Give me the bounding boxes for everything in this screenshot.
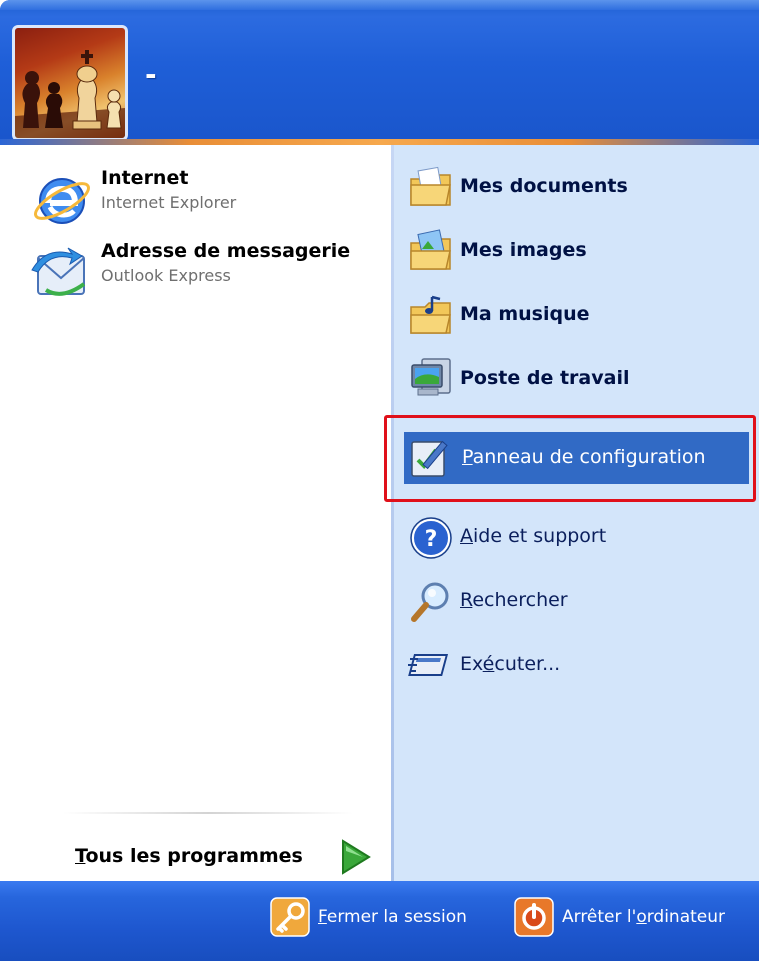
places-panel: Mes documents Mes images Ma musique Post… <box>394 145 759 881</box>
all-programs-button[interactable]: Tous les programmes <box>75 837 375 877</box>
place-item-my-pictures[interactable]: Mes images <box>408 225 753 277</box>
tool-item-help-support[interactable]: ? Aide et support <box>408 511 753 563</box>
search-icon <box>411 582 449 622</box>
run-icon <box>408 654 449 676</box>
power-icon <box>514 897 554 937</box>
log-off-label-text: ermer la session <box>326 907 467 927</box>
tool-item-run[interactable]: Exécuter... <box>408 639 753 691</box>
accelerator-key: A <box>460 525 473 547</box>
accelerator-key: T <box>75 845 86 867</box>
green-arrow-icon <box>342 839 371 875</box>
accelerator-key: F <box>318 907 327 927</box>
place-item-label: Poste de travail <box>460 367 630 389</box>
pinned-programs-panel: Internet Internet Explorer Adresse de me… <box>0 145 391 881</box>
tool-item-search[interactable]: Rechercher <box>408 575 753 627</box>
tool-item-label-text: ide et support <box>473 525 607 547</box>
place-item-my-music[interactable]: Ma musique <box>408 289 753 341</box>
place-item-label: Mes documents <box>460 175 628 197</box>
tool-item-label-text: echercher <box>472 589 568 611</box>
place-item-label: Ma musique <box>460 303 590 325</box>
help-icon: ? <box>410 517 452 559</box>
shut-down-label-text: rdinateur <box>646 907 726 927</box>
outlook-express-icon <box>31 247 86 296</box>
tool-item-label: Exécuter... <box>460 653 560 675</box>
my-music-folder-icon <box>410 295 451 334</box>
tool-item-label: Rechercher <box>460 589 568 611</box>
place-item-my-documents[interactable]: Mes documents <box>408 161 753 213</box>
my-documents-folder-icon <box>410 166 451 206</box>
user-avatar[interactable] <box>12 25 128 141</box>
user-name: - <box>145 58 157 91</box>
internet-explorer-icon <box>34 178 90 224</box>
my-computer-icon <box>411 358 451 396</box>
shut-down-button[interactable]: Arrêter l'ordinateur <box>514 897 754 937</box>
log-off-button[interactable]: Fermer la session <box>270 897 490 937</box>
pinned-item-subtitle: Outlook Express <box>101 266 231 285</box>
start-menu-header: - <box>0 0 759 141</box>
svg-text:?: ? <box>425 527 438 552</box>
shut-down-label-prefix: Arrêter l' <box>562 907 637 927</box>
pinned-item-title: Adresse de messagerie <box>101 240 351 262</box>
tool-item-label: Aide et support <box>460 525 606 547</box>
start-menu: - Internet Internet Explorer Adresse de … <box>0 0 759 961</box>
accelerator-key: R <box>460 589 473 611</box>
tool-item-label-prefix: Ex <box>460 653 483 675</box>
pinned-item-title: Internet <box>101 167 189 189</box>
accelerator-key: é <box>482 653 495 675</box>
all-programs-label-text: ous les programmes <box>85 845 303 867</box>
shut-down-label: Arrêter l'ordinateur <box>562 907 725 927</box>
pinned-item-subtitle: Internet Explorer <box>101 193 237 212</box>
all-programs-label: Tous les programmes <box>75 845 303 867</box>
chess-pieces-avatar <box>15 50 125 138</box>
annotation-highlight-box <box>384 415 756 502</box>
all-programs-separator <box>63 812 353 814</box>
place-item-my-computer[interactable]: Poste de travail <box>408 353 753 405</box>
start-menu-footer: Fermer la session Arrêter l'ordinateur <box>0 881 759 961</box>
log-off-label: Fermer la session <box>318 907 467 927</box>
place-item-label: Mes images <box>460 239 587 261</box>
accelerator-key: o <box>636 907 647 927</box>
my-pictures-folder-icon <box>410 229 451 270</box>
pinned-item-email[interactable]: Adresse de messagerie Outlook Express <box>28 240 378 300</box>
pinned-item-internet[interactable]: Internet Internet Explorer <box>28 167 378 227</box>
key-icon <box>270 897 310 937</box>
tool-item-label-text: cuter... <box>494 653 561 675</box>
header-highlight <box>0 0 759 10</box>
